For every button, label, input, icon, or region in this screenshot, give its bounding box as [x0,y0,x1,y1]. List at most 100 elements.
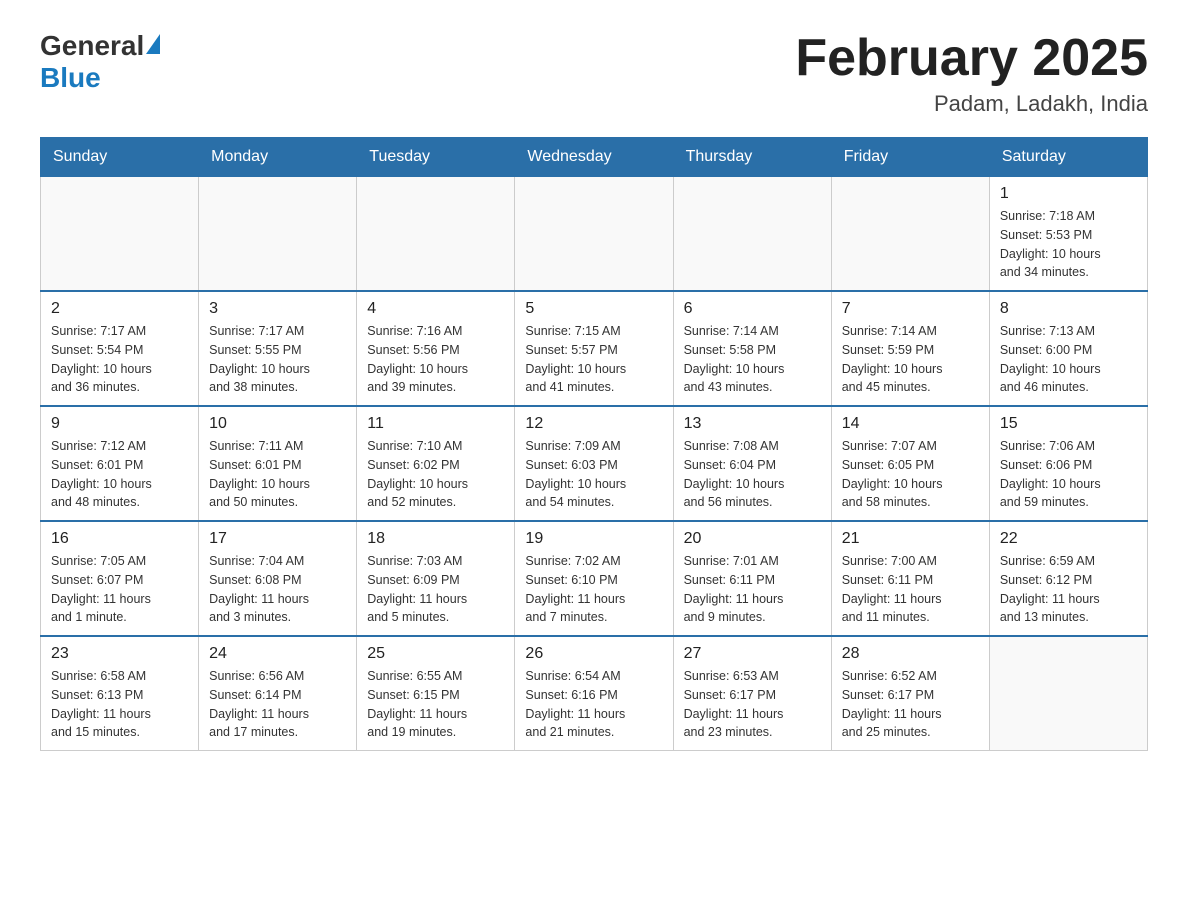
weekday-header-wednesday: Wednesday [515,138,673,177]
day-number: 2 [51,300,188,318]
calendar-day-cell [831,177,989,292]
calendar-day-cell: 25 Sunrise: 6:55 AMSunset: 6:15 PMDayligh… [357,636,515,751]
day-number: 19 [525,530,662,548]
calendar-day-cell: 19 Sunrise: 7:02 AMSunset: 6:10 PMDayligh… [515,521,673,636]
day-info: Sunrise: 7:17 AMSunset: 5:55 PMDaylight:… [209,322,346,397]
calendar-day-cell [199,177,357,292]
calendar-day-cell: 27 Sunrise: 6:53 AMSunset: 6:17 PMDayligh… [673,636,831,751]
day-info: Sunrise: 7:12 AMSunset: 6:01 PMDaylight:… [51,437,188,512]
day-number: 7 [842,300,979,318]
day-info: Sunrise: 7:07 AMSunset: 6:05 PMDaylight:… [842,437,979,512]
day-info: Sunrise: 7:08 AMSunset: 6:04 PMDaylight:… [684,437,821,512]
calendar-day-cell: 10 Sunrise: 7:11 AMSunset: 6:01 PMDayligh… [199,406,357,521]
day-info: Sunrise: 7:03 AMSunset: 6:09 PMDaylight:… [367,552,504,627]
day-info: Sunrise: 7:13 AMSunset: 6:00 PMDaylight:… [1000,322,1137,397]
day-number: 15 [1000,415,1137,433]
day-info: Sunrise: 6:56 AMSunset: 6:14 PMDaylight:… [209,667,346,742]
calendar-week-row: 16Sunrise: 7:05 AMSunset: 6:07 PMDayligh… [41,521,1148,636]
day-info: Sunrise: 6:55 AMSunset: 6:15 PMDaylight:… [367,667,504,742]
calendar-day-cell: 2Sunrise: 7:17 AMSunset: 5:54 PMDaylight… [41,291,199,406]
day-info: Sunrise: 7:10 AMSunset: 6:02 PMDaylight:… [367,437,504,512]
day-number: 20 [684,530,821,548]
weekday-header-thursday: Thursday [673,138,831,177]
calendar-day-cell [41,177,199,292]
calendar-day-cell: 14 Sunrise: 7:07 AMSunset: 6:05 PMDayligh… [831,406,989,521]
day-number: 3 [209,300,346,318]
weekday-header-tuesday: Tuesday [357,138,515,177]
day-info: Sunrise: 7:09 AMSunset: 6:03 PMDaylight:… [525,437,662,512]
day-info: Sunrise: 6:52 AMSunset: 6:17 PMDaylight:… [842,667,979,742]
page-subtitle: Padam, Ladakh, India [795,91,1148,117]
day-info: Sunrise: 6:53 AMSunset: 6:17 PMDaylight:… [684,667,821,742]
calendar-day-cell: 7 Sunrise: 7:14 AMSunset: 5:59 PMDaylight… [831,291,989,406]
day-number: 11 [367,415,504,433]
day-number: 27 [684,645,821,663]
day-number: 13 [684,415,821,433]
day-number: 12 [525,415,662,433]
logo-triangle-icon [146,34,160,54]
calendar-day-cell: 8Sunrise: 7:13 AMSunset: 6:00 PMDaylight… [989,291,1147,406]
day-number: 10 [209,415,346,433]
day-info: Sunrise: 7:01 AMSunset: 6:11 PMDaylight:… [684,552,821,627]
weekday-header-monday: Monday [199,138,357,177]
day-number: 28 [842,645,979,663]
day-number: 6 [684,300,821,318]
calendar-day-cell: 5 Sunrise: 7:15 AMSunset: 5:57 PMDaylight… [515,291,673,406]
calendar-day-cell: 9 Sunrise: 7:12 AMSunset: 6:01 PMDaylight… [41,406,199,521]
day-number: 17 [209,530,346,548]
day-number: 18 [367,530,504,548]
day-info: Sunrise: 7:11 AMSunset: 6:01 PMDaylight:… [209,437,346,512]
day-number: 14 [842,415,979,433]
day-info: Sunrise: 6:58 AMSunset: 6:13 PMDaylight:… [51,667,188,742]
calendar-day-cell: 12 Sunrise: 7:09 AMSunset: 6:03 PMDayligh… [515,406,673,521]
calendar-day-cell: 28 Sunrise: 6:52 AMSunset: 6:17 PMDayligh… [831,636,989,751]
calendar-day-cell: 16Sunrise: 7:05 AMSunset: 6:07 PMDayligh… [41,521,199,636]
calendar-day-cell: 23 Sunrise: 6:58 AMSunset: 6:13 PMDayligh… [41,636,199,751]
calendar-day-cell: 4 Sunrise: 7:16 AMSunset: 5:56 PMDaylight… [357,291,515,406]
day-info: Sunrise: 7:15 AMSunset: 5:57 PMDaylight:… [525,322,662,397]
day-info: Sunrise: 7:14 AMSunset: 5:59 PMDaylight:… [842,322,979,397]
day-number: 21 [842,530,979,548]
calendar-day-cell: 11 Sunrise: 7:10 AMSunset: 6:02 PMDayligh… [357,406,515,521]
logo: General Blue [40,30,160,94]
day-info: Sunrise: 7:04 AMSunset: 6:08 PMDaylight:… [209,552,346,627]
day-info: Sunrise: 6:54 AMSunset: 6:16 PMDaylight:… [525,667,662,742]
day-number: 5 [525,300,662,318]
day-number: 25 [367,645,504,663]
calendar-day-cell: 24 Sunrise: 6:56 AMSunset: 6:14 PMDayligh… [199,636,357,751]
calendar-week-row: 23 Sunrise: 6:58 AMSunset: 6:13 PMDayligh… [41,636,1148,751]
weekday-header-friday: Friday [831,138,989,177]
day-number: 9 [51,415,188,433]
day-number: 23 [51,645,188,663]
day-number: 16 [51,530,188,548]
weekday-header-sunday: Sunday [41,138,199,177]
day-number: 26 [525,645,662,663]
calendar-day-cell: 17 Sunrise: 7:04 AMSunset: 6:08 PMDayligh… [199,521,357,636]
day-info: Sunrise: 7:00 AMSunset: 6:11 PMDaylight:… [842,552,979,627]
day-info: Sunrise: 6:59 AMSunset: 6:12 PMDaylight:… [1000,552,1137,627]
calendar-week-row: 1Sunrise: 7:18 AMSunset: 5:53 PMDaylight… [41,177,1148,292]
calendar-week-row: 2Sunrise: 7:17 AMSunset: 5:54 PMDaylight… [41,291,1148,406]
title-block: February 2025 Padam, Ladakh, India [795,30,1148,117]
day-info: Sunrise: 7:14 AMSunset: 5:58 PMDaylight:… [684,322,821,397]
day-number: 24 [209,645,346,663]
calendar-day-cell: 6 Sunrise: 7:14 AMSunset: 5:58 PMDaylight… [673,291,831,406]
calendar-day-cell: 22 Sunrise: 6:59 AMSunset: 6:12 PMDayligh… [989,521,1147,636]
logo-blue-text: Blue [40,62,101,94]
calendar-day-cell: 13 Sunrise: 7:08 AMSunset: 6:04 PMDayligh… [673,406,831,521]
calendar-day-cell [357,177,515,292]
weekday-header-saturday: Saturday [989,138,1147,177]
logo-general-text: General [40,30,144,62]
page-title: February 2025 [795,30,1148,87]
day-info: Sunrise: 7:02 AMSunset: 6:10 PMDaylight:… [525,552,662,627]
day-number: 4 [367,300,504,318]
calendar-day-cell: 26 Sunrise: 6:54 AMSunset: 6:16 PMDayligh… [515,636,673,751]
calendar-header-row: SundayMondayTuesdayWednesdayThursdayFrid… [41,138,1148,177]
calendar-week-row: 9 Sunrise: 7:12 AMSunset: 6:01 PMDaylight… [41,406,1148,521]
calendar-day-cell: 18 Sunrise: 7:03 AMSunset: 6:09 PMDayligh… [357,521,515,636]
calendar-day-cell: 3 Sunrise: 7:17 AMSunset: 5:55 PMDaylight… [199,291,357,406]
day-info: Sunrise: 7:16 AMSunset: 5:56 PMDaylight:… [367,322,504,397]
day-number: 22 [1000,530,1137,548]
calendar-day-cell: 15Sunrise: 7:06 AMSunset: 6:06 PMDayligh… [989,406,1147,521]
calendar-day-cell: 1Sunrise: 7:18 AMSunset: 5:53 PMDaylight… [989,177,1147,292]
